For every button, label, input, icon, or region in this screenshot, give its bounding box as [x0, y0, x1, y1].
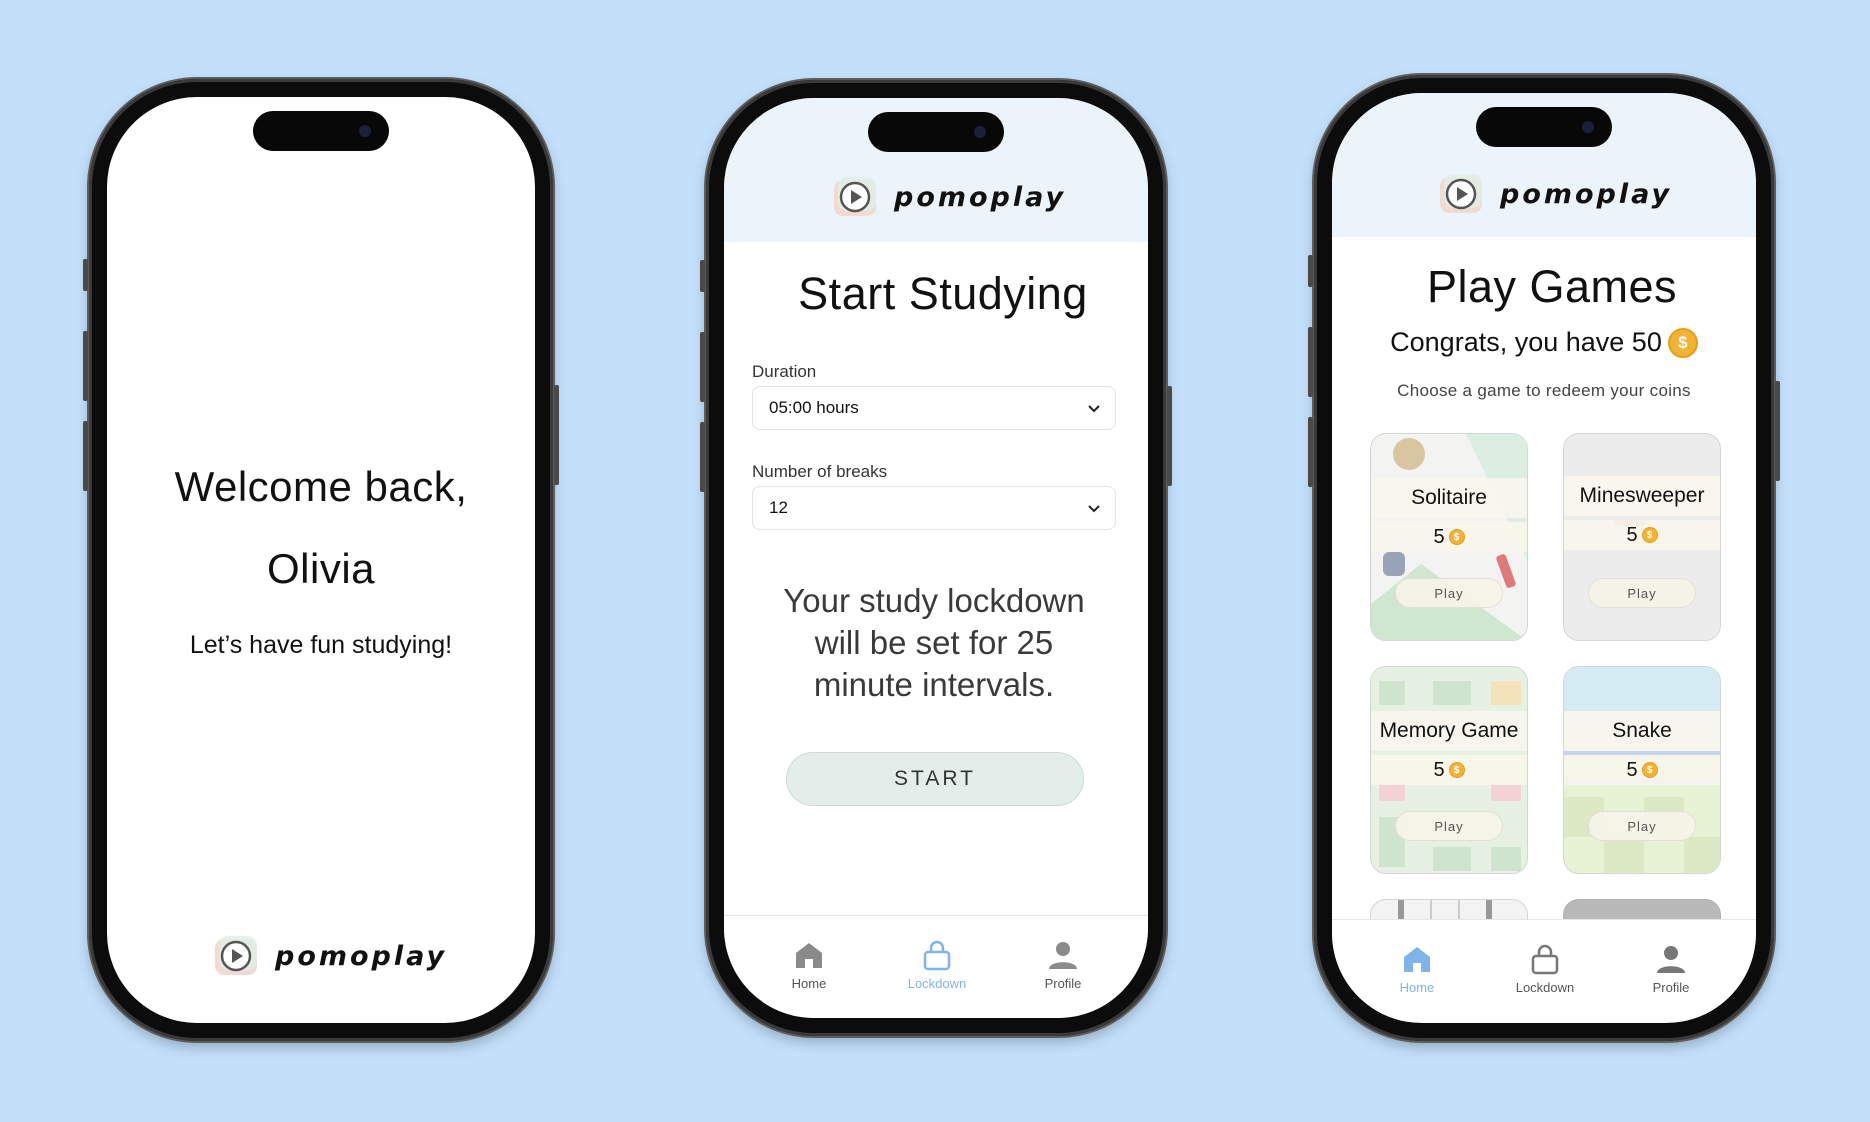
- coin-icon: $: [1448, 762, 1465, 778]
- side-button: [554, 385, 559, 485]
- price-value: 5: [1433, 525, 1445, 548]
- game-price: 5 $: [1371, 522, 1527, 552]
- coin-icon: $: [1641, 762, 1658, 778]
- logo-mark-icon: [830, 174, 880, 220]
- play-button[interactable]: Play: [1395, 578, 1503, 608]
- side-button: [83, 421, 88, 491]
- tab-lockdown[interactable]: Lockdown: [1500, 942, 1590, 995]
- screen: pomoplay Start Studying Duration 05:00 h…: [724, 98, 1148, 1018]
- dynamic-island: [253, 111, 389, 151]
- breaks-value: 12: [769, 498, 788, 517]
- summary-line: minute intervals.: [813, 666, 1055, 703]
- home-icon: [1404, 947, 1430, 972]
- play-button[interactable]: Play: [1588, 578, 1696, 608]
- brand-logo: pomoplay: [211, 933, 447, 979]
- coins-subtitle: Choose a game to redeem your coins: [1397, 381, 1691, 400]
- side-button: [1308, 255, 1313, 287]
- coins-summary: Congrats, you have 50 $: [1332, 327, 1756, 358]
- logo-mark-icon: [211, 933, 261, 979]
- brand-logo: pomoplay: [830, 174, 1066, 220]
- duration-value: 05:00 hours: [769, 398, 859, 417]
- tab-profile[interactable]: Profile: [1626, 942, 1716, 995]
- game-name: Memory Game: [1371, 711, 1527, 751]
- price-value: 5: [1626, 523, 1638, 546]
- lock-icon: [1531, 944, 1559, 975]
- page-title: Play Games: [1426, 261, 1678, 312]
- game-card-memory[interactable]: Memory Game 5 $ Play: [1370, 666, 1528, 874]
- tab-label: Lockdown: [1515, 980, 1575, 995]
- tab-label: Home: [1399, 980, 1435, 995]
- game-price: 5 $: [1371, 755, 1527, 785]
- coins-text: Congrats, you have 50: [1390, 327, 1662, 357]
- tab-label: Home: [791, 976, 827, 991]
- side-button: [1167, 386, 1172, 486]
- logo-text: pomoplay: [1500, 178, 1673, 210]
- coin-icon: $: [1448, 529, 1465, 545]
- welcome-username: Olivia: [266, 545, 376, 592]
- game-name: Snake: [1564, 711, 1720, 751]
- play-button[interactable]: Play: [1395, 811, 1503, 841]
- game-card-minesweeper[interactable]: Minesweeper 5 $ Play: [1563, 433, 1721, 641]
- tab-bar: Home Lockdown Profile: [724, 915, 1148, 1018]
- game-name: Minesweeper: [1564, 476, 1720, 516]
- duration-label: Duration: [752, 362, 817, 381]
- price-value: 5: [1626, 758, 1638, 781]
- tab-profile[interactable]: Profile: [1018, 938, 1108, 991]
- profile-icon: [1049, 942, 1077, 969]
- start-button[interactable]: START: [786, 752, 1084, 806]
- lockdown-summary: Your study lockdown will be set for 25 m…: [744, 580, 1124, 706]
- phone-study: pomoplay Start Studying Duration 05:00 h…: [700, 80, 1172, 1036]
- phone-games: pomoplay Play Games Congrats, you have 5…: [1308, 75, 1780, 1041]
- breaks-select[interactable]: 12: [752, 486, 1116, 530]
- profile-icon: [1657, 946, 1685, 973]
- welcome-greeting: Welcome back,: [174, 463, 468, 510]
- side-button: [1308, 417, 1313, 487]
- breaks-label: Number of breaks: [752, 462, 888, 481]
- screen: pomoplay Play Games Congrats, you have 5…: [1332, 93, 1756, 1023]
- side-button: [700, 332, 705, 402]
- tab-home[interactable]: Home: [1372, 942, 1462, 995]
- tab-label: Profile: [1044, 976, 1082, 991]
- side-button: [1775, 381, 1780, 481]
- game-price: 5 $: [1564, 755, 1720, 785]
- coin-icon: $: [1641, 527, 1658, 543]
- tab-bar: Home Lockdown Profile: [1332, 919, 1756, 1022]
- summary-line: Your study lockdown: [783, 582, 1085, 619]
- side-button: [700, 260, 705, 292]
- coin-icon: $: [1667, 327, 1698, 358]
- play-button[interactable]: Play: [1588, 811, 1696, 841]
- tab-label: Profile: [1652, 980, 1690, 995]
- price-value: 5: [1433, 758, 1445, 781]
- side-button: [1308, 327, 1313, 397]
- welcome-subtitle: Let’s have fun studying!: [189, 631, 453, 659]
- page-title: Start Studying: [798, 268, 1088, 319]
- logo-text: pomoplay: [894, 181, 1067, 213]
- logo-text: pomoplay: [275, 940, 448, 972]
- side-button: [700, 422, 705, 492]
- summary-line: will be set for 25: [814, 624, 1054, 661]
- tab-label: Lockdown: [907, 976, 967, 991]
- logo-mark-icon: [1436, 171, 1486, 217]
- game-name: Solitaire: [1371, 478, 1527, 518]
- tab-lockdown[interactable]: Lockdown: [892, 938, 982, 991]
- dynamic-island: [868, 112, 1004, 152]
- chevron-down-icon: [1088, 405, 1100, 413]
- phone-welcome: Welcome back, Olivia Let’s have fun stud…: [83, 79, 559, 1041]
- game-price: 5 $: [1564, 520, 1720, 550]
- tab-home[interactable]: Home: [764, 938, 854, 991]
- chevron-down-icon: [1088, 505, 1100, 513]
- side-button: [83, 331, 88, 401]
- side-button: [83, 259, 88, 291]
- brand-logo: pomoplay: [1436, 171, 1672, 217]
- lock-icon: [923, 940, 951, 971]
- home-icon: [796, 943, 822, 968]
- duration-select[interactable]: 05:00 hours: [752, 386, 1116, 430]
- game-card-solitaire[interactable]: Solitaire 5 $ Play: [1370, 433, 1528, 641]
- game-card-snake[interactable]: Snake 5 $ Play: [1563, 666, 1721, 874]
- screen: Welcome back, Olivia Let’s have fun stud…: [107, 97, 535, 1023]
- dynamic-island: [1476, 107, 1612, 147]
